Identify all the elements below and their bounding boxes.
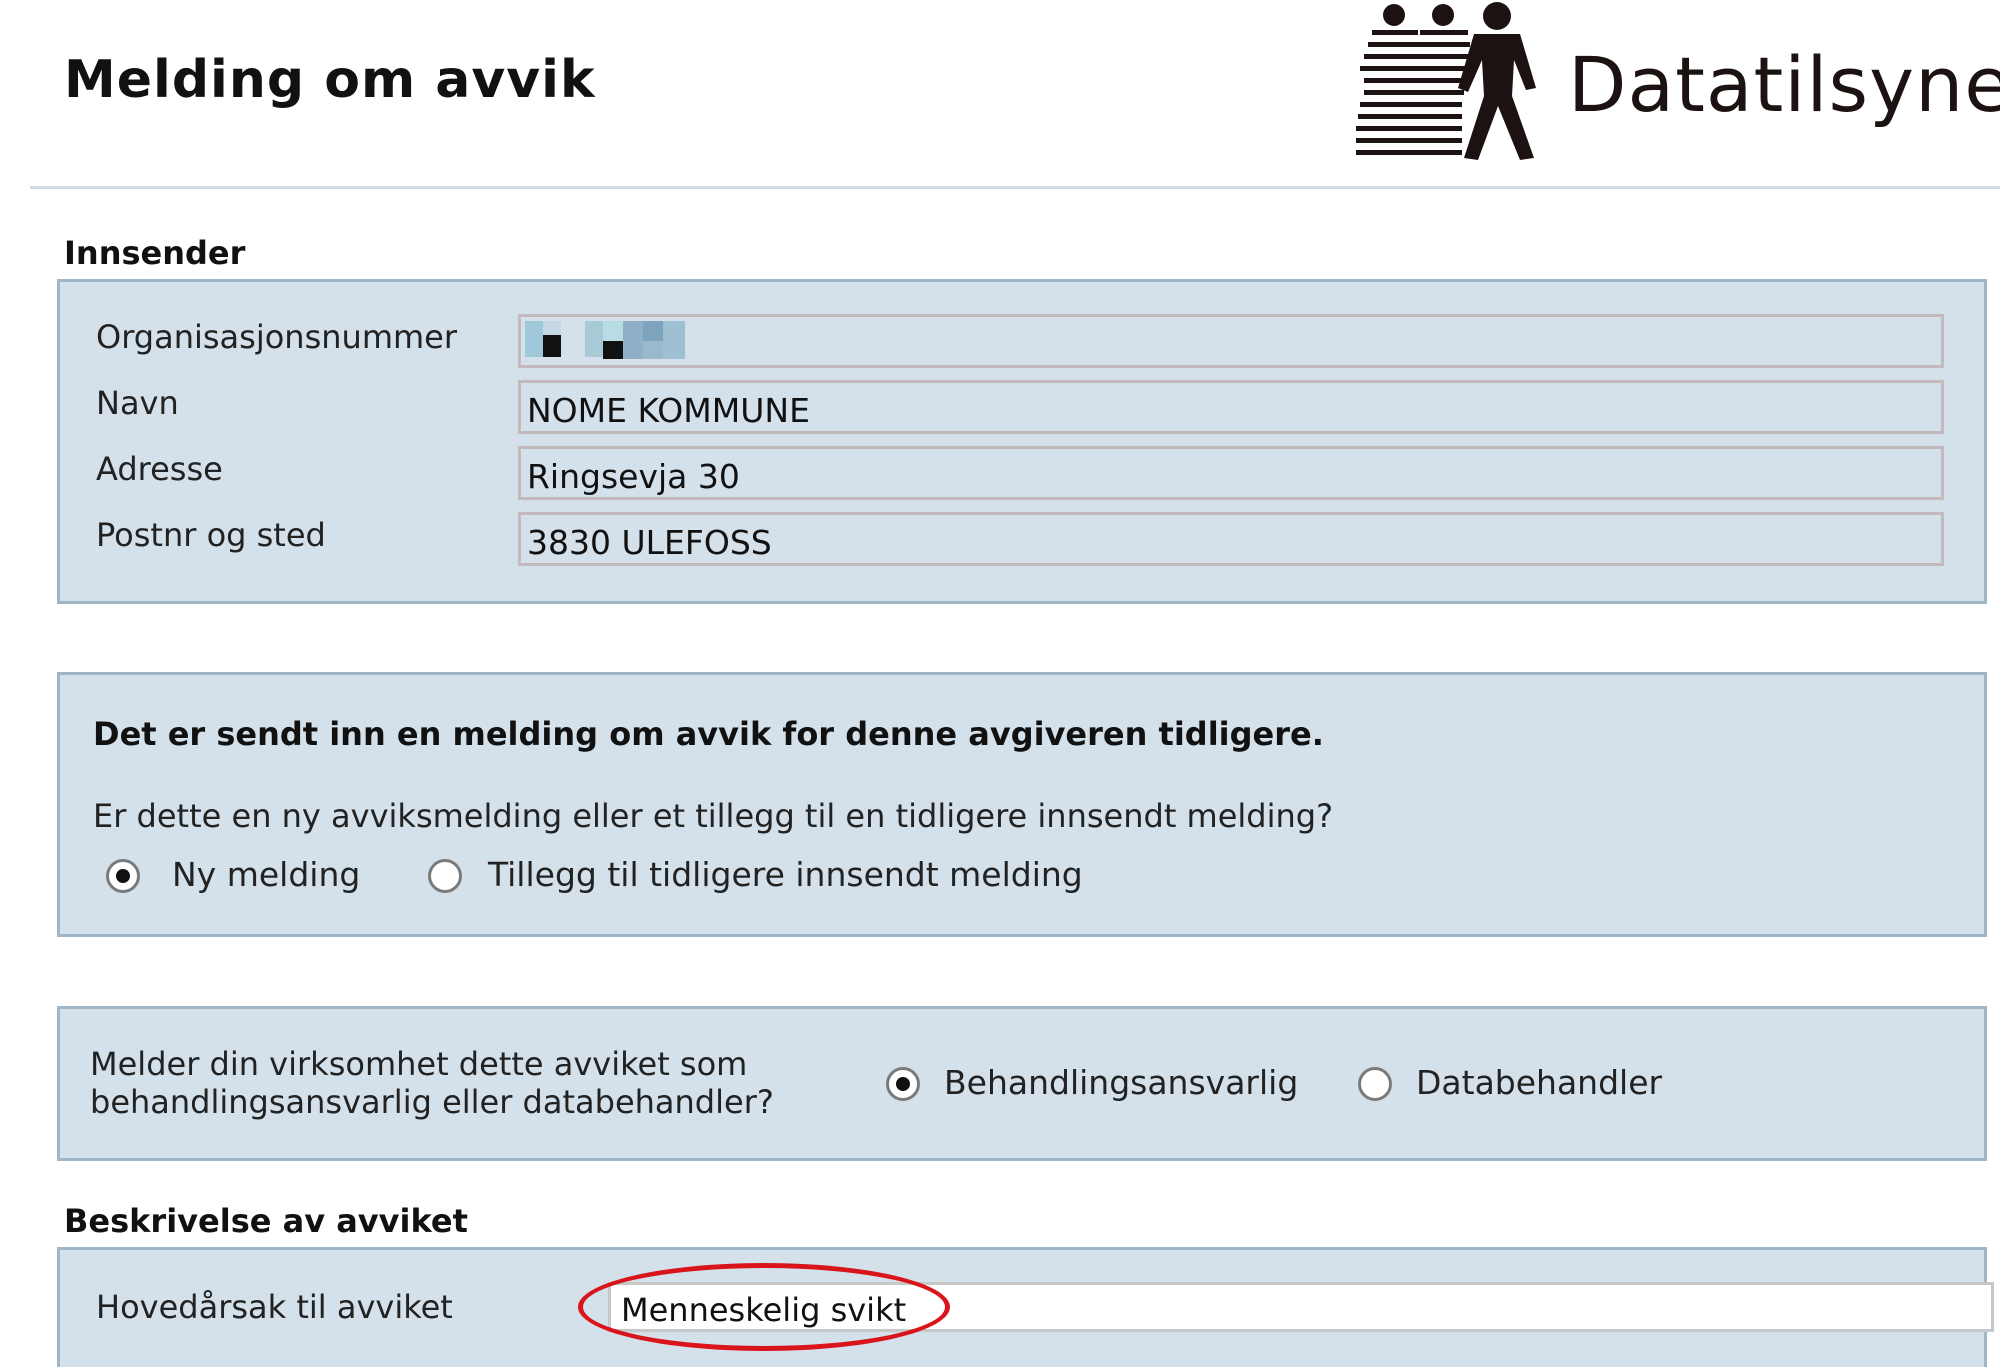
main-cause-field[interactable]: Menneskelig svikt [608, 1282, 1994, 1332]
org-number-label: Organisasjonsnummer [96, 318, 457, 356]
processor-radio[interactable] [1358, 1067, 1392, 1101]
new-report-label[interactable]: Ny melding [172, 855, 360, 894]
postal-label: Postnr og sted [96, 516, 326, 554]
postal-field[interactable]: 3830 ULEFOSS [518, 512, 1944, 566]
three-people-logo-icon [1356, 2, 1536, 160]
controller-label[interactable]: Behandlingsansvarlig [944, 1063, 1298, 1102]
main-cause-label: Hovedårsak til avviket [96, 1288, 453, 1326]
supplement-radio[interactable] [428, 859, 462, 893]
datatilsynet-logo: Datatilsynet [1350, 0, 2000, 165]
role-panel: Melder din virksomhet dette avviket som … [57, 1006, 1987, 1161]
address-field[interactable]: Ringsevja 30 [518, 446, 1944, 500]
header-divider [30, 186, 2000, 189]
previous-report-notice: Det er sendt inn en melding om avvik for… [93, 715, 1324, 753]
previous-report-panel: Det er sendt inn en melding om avvik for… [57, 672, 1987, 937]
report-type-question: Er dette en ny avviksmelding eller et ti… [93, 797, 1334, 835]
address-label: Adresse [96, 450, 223, 488]
processor-label[interactable]: Databehandler [1416, 1063, 1662, 1102]
supplement-label[interactable]: Tillegg til tidligere innsendt melding [488, 855, 1083, 894]
innsender-heading: Innsender [64, 234, 246, 272]
org-number-field[interactable] [518, 314, 1944, 368]
controller-radio[interactable] [886, 1067, 920, 1101]
description-panel: Hovedårsak til avviket Menneskelig svikt [57, 1247, 1994, 1367]
redacted-org-number [525, 321, 693, 361]
page-title: Melding om avvik [64, 50, 596, 110]
innsender-panel: Organisasjonsnummer Navn NOME KOMMUNE Ad… [57, 279, 1987, 604]
name-field[interactable]: NOME KOMMUNE [518, 380, 1944, 434]
role-question: Melder din virksomhet dette avviket som … [90, 1045, 774, 1121]
role-question-line2: behandlingsansvarlig eller databehandler… [90, 1083, 774, 1121]
logo-text: Datatilsynet [1568, 40, 2000, 129]
name-label: Navn [96, 384, 179, 422]
new-report-radio[interactable] [106, 859, 140, 893]
description-heading: Beskrivelse av avviket [64, 1202, 468, 1240]
role-question-line1: Melder din virksomhet dette avviket som [90, 1045, 748, 1083]
